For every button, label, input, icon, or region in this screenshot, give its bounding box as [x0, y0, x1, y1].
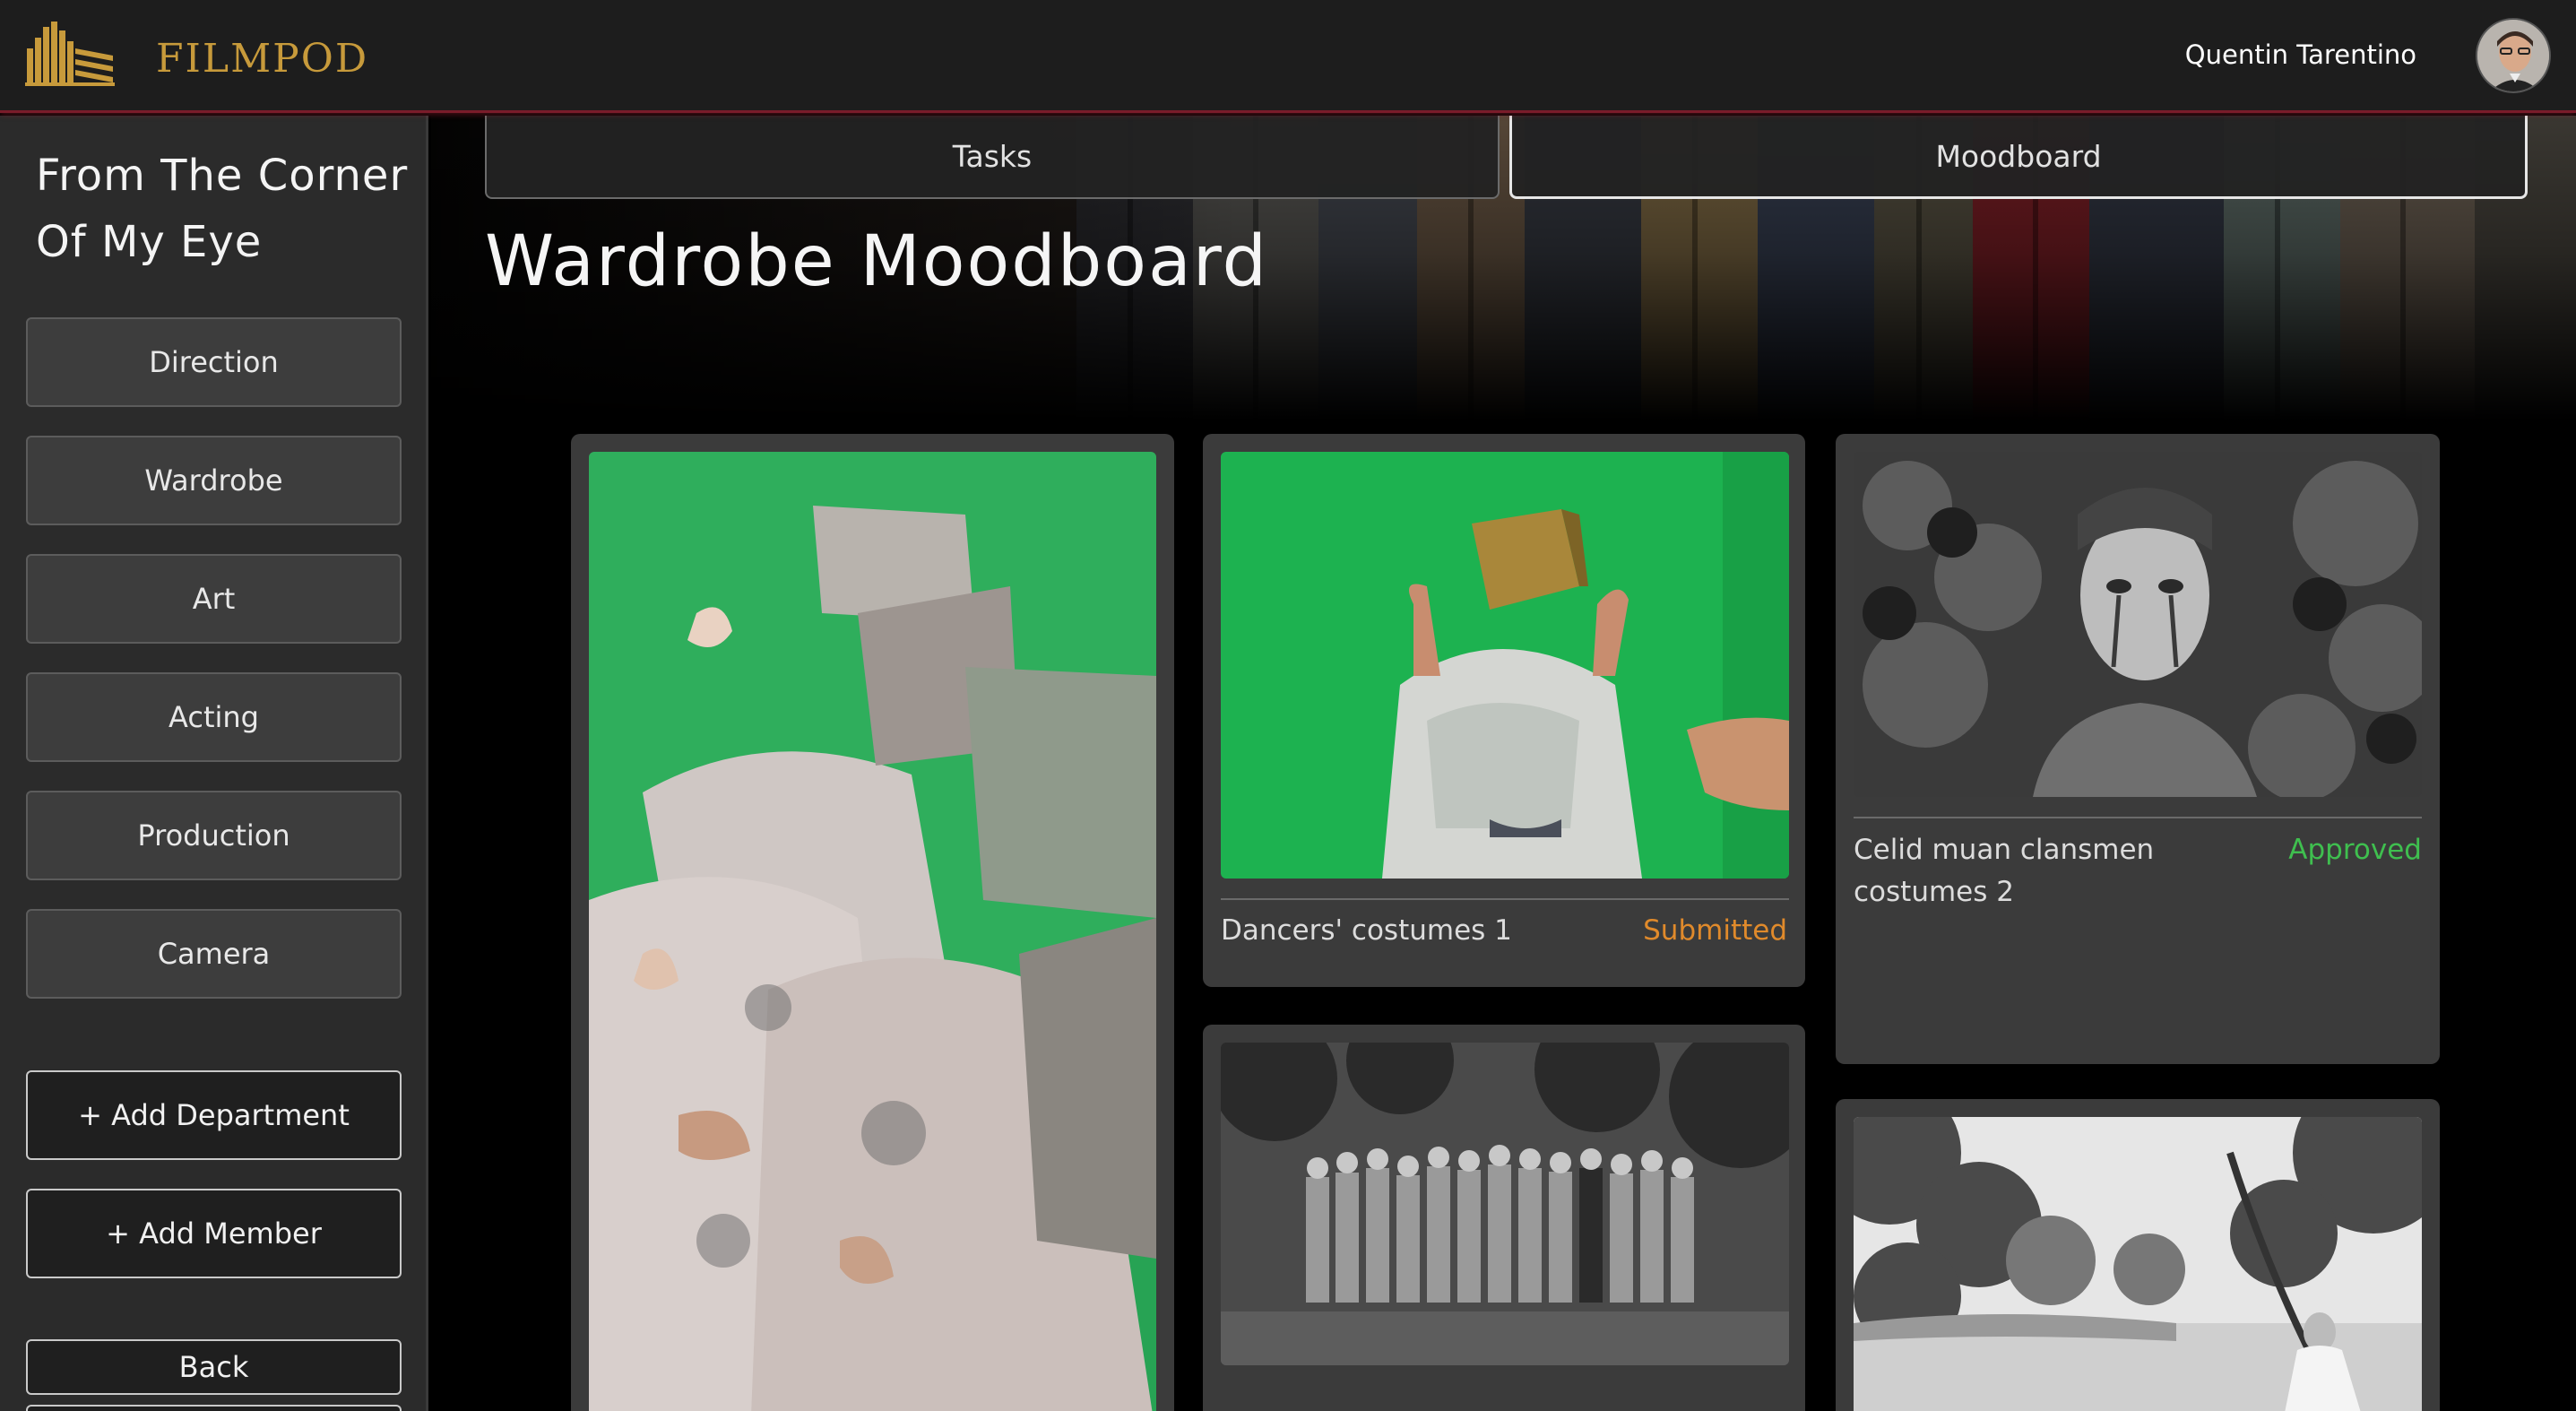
user-avatar[interactable]: [2476, 18, 2551, 93]
dept-button-acting[interactable]: Acting: [26, 672, 402, 762]
card-divider: [1221, 898, 1789, 900]
dept-button-wardrobe[interactable]: Wardrobe: [26, 436, 402, 525]
moodboard-card[interactable]: [1836, 1099, 2440, 1411]
card-caption: Celid muan clansmen costumes 2: [1854, 834, 2155, 908]
dept-button-direction[interactable]: Direction: [26, 317, 402, 407]
user-name[interactable]: Quentin Tarentino: [2185, 39, 2416, 70]
moodboard-image[interactable]: [1221, 1043, 1789, 1365]
moodboard-card[interactable]: Dancers' costumes 1 Submitted: [1203, 434, 1805, 987]
user-avatar-icon: [2477, 20, 2549, 91]
moodboard-card[interactable]: [571, 434, 1174, 1411]
page-title: Wardrobe Moodboard: [485, 221, 1269, 302]
filmpod-logo-icon[interactable]: [25, 22, 115, 86]
moodboard-card[interactable]: [1203, 1025, 1805, 1411]
dept-button-production[interactable]: Production: [26, 791, 402, 880]
tab-tasks[interactable]: Tasks: [485, 116, 1500, 199]
top-bar: FILMPOD Quentin Tarentino: [0, 0, 2576, 113]
status-badge: Approved: [2288, 834, 2422, 866]
moodboard-image[interactable]: [1854, 1117, 2422, 1411]
moodboard-image[interactable]: [1221, 452, 1789, 879]
project-sidebar: From The Corner Of My Eye Direction Ward…: [0, 116, 428, 1411]
tab-moodboard[interactable]: Moodboard: [1509, 116, 2528, 199]
sidebar-extra-button[interactable]: [26, 1405, 402, 1411]
moodboard-image[interactable]: [589, 452, 1156, 1411]
main-content: Tasks Moodboard Wardrobe Moodboard Dance…: [431, 116, 2576, 1411]
back-button[interactable]: Back: [26, 1339, 402, 1395]
add-member-button[interactable]: + Add Member: [26, 1189, 402, 1278]
add-department-button[interactable]: + Add Department: [26, 1070, 402, 1160]
moodboard-card[interactable]: Celid muan clansmen costumes 2 Approved: [1836, 434, 2440, 1064]
status-badge: Submitted: [1643, 914, 1787, 947]
brand-name[interactable]: FILMPOD: [156, 36, 368, 82]
project-title: From The Corner Of My Eye: [36, 151, 409, 267]
dept-button-art[interactable]: Art: [26, 554, 402, 644]
card-caption: Dancers' costumes 1: [1221, 914, 1512, 947]
card-divider: [1854, 817, 2422, 818]
moodboard-image[interactable]: [1854, 452, 2422, 797]
dept-button-camera[interactable]: Camera: [26, 909, 402, 999]
